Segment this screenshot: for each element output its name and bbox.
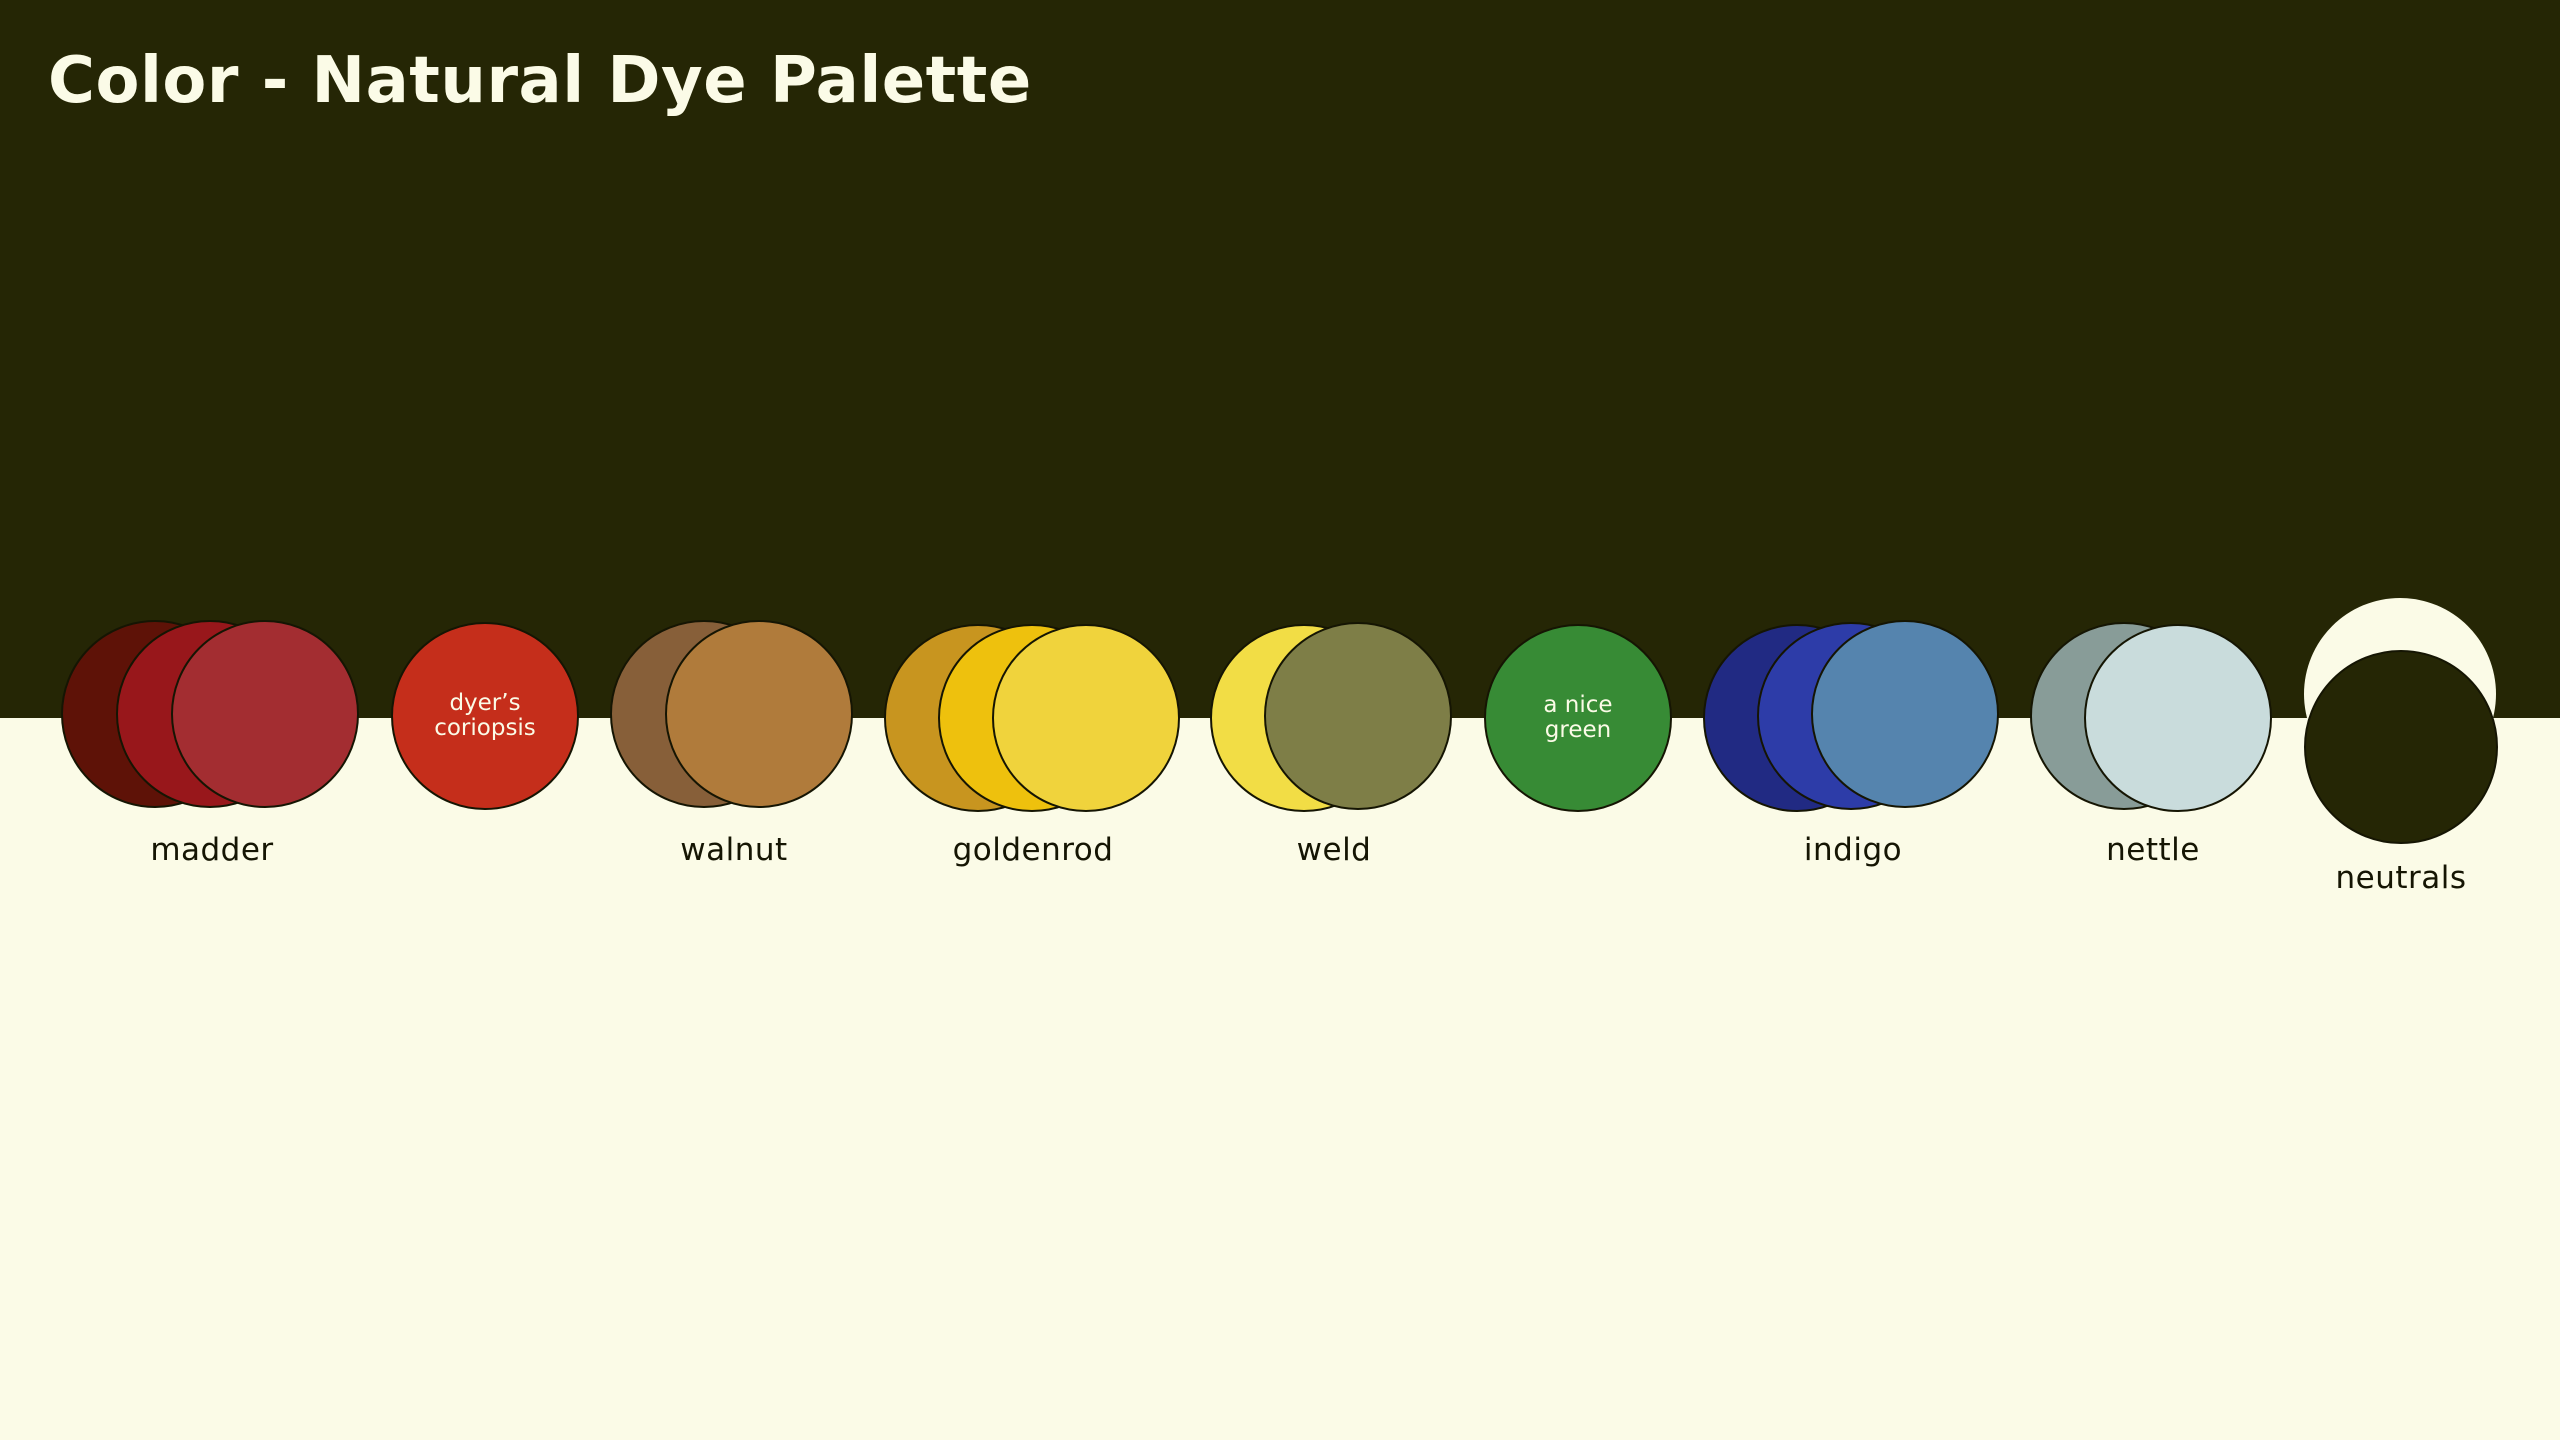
weld-label: weld <box>1296 832 1372 868</box>
nettle-light-swatch <box>2084 624 2272 812</box>
goldenrod-label: goldenrod <box>952 832 1114 868</box>
dyers-coriopsis-label: dyer’s coriopsis <box>434 690 536 741</box>
indigo-label: indigo <box>1803 832 1903 868</box>
green-label: a nice green <box>1543 692 1613 743</box>
neutrals-label: neutrals <box>2335 860 2467 896</box>
page-title: Color - Natural Dye Palette <box>48 44 1032 118</box>
walnut-label: walnut <box>680 832 788 868</box>
indigo-light-swatch <box>1811 620 1999 808</box>
walnut-light-swatch <box>665 620 853 808</box>
madder-label: madder <box>150 832 274 868</box>
madder-light-swatch <box>171 620 359 808</box>
weld-olive-swatch <box>1264 622 1452 810</box>
goldenrod-light-swatch <box>992 624 1180 812</box>
nettle-label: nettle <box>2106 832 2200 868</box>
neutrals-dark-swatch <box>2304 650 2498 844</box>
